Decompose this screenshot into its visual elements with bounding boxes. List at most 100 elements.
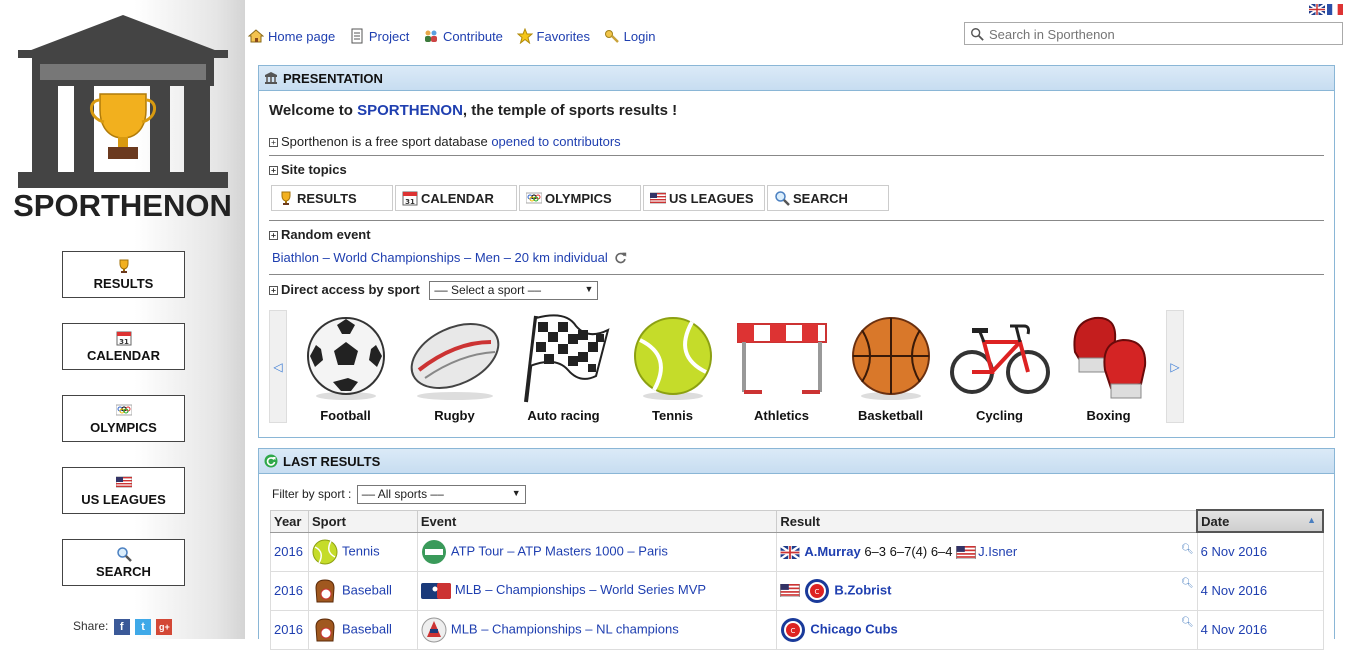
topic-olympics-button[interactable]: OLYMPICS	[519, 185, 641, 211]
language-flags	[1307, 4, 1343, 19]
random-event-line: Biathlon – World Championships – Men – 2…	[272, 250, 627, 265]
svg-text:C: C	[791, 627, 796, 635]
sidebar-results-label: RESULTS	[93, 276, 154, 291]
nav-favorites-label: Favorites	[536, 29, 591, 44]
key-icon	[604, 30, 619, 43]
random-event-title: Random event	[281, 227, 371, 242]
facebook-icon[interactable]: f	[113, 619, 130, 635]
sport-basketball[interactable]: Basketball	[836, 312, 945, 423]
random-event-link[interactable]: Biathlon – World Championships – Men – 2…	[272, 250, 608, 265]
sidebar-calendar-button[interactable]: 31 CALENDAR	[62, 323, 185, 370]
col-result[interactable]: Result	[776, 509, 1198, 533]
chevron-down-icon: ▼	[584, 284, 594, 294]
uk-flag-icon[interactable]	[1309, 4, 1325, 15]
topic-search-button[interactable]: SEARCH	[767, 185, 889, 211]
nav-project-link[interactable]: Project	[349, 28, 410, 44]
france-flag-icon[interactable]	[1327, 4, 1343, 15]
row-date[interactable]: 4 Nov 2016	[1196, 609, 1324, 650]
table-row[interactable]: 2016 Tennis ATP Tour – ATP Masters 1000 …	[270, 531, 1324, 572]
sport-rugby[interactable]: Rugby	[400, 312, 509, 423]
col-date[interactable]: Date ▲	[1196, 509, 1324, 533]
sport-tennis[interactable]: Tennis	[618, 312, 727, 423]
search-box[interactable]	[964, 22, 1343, 45]
row-result[interactable]: A.Murray 6–3 6–7(4) 6–4 J.Isner 🔍︎	[776, 531, 1198, 572]
topic-us-leagues-label: US LEAGUES	[669, 191, 754, 206]
topic-us-leagues-button[interactable]: US LEAGUES	[643, 185, 765, 211]
row-event[interactable]: MLB – Championships – NL champions	[416, 609, 778, 650]
share-bar: Share: f t g+	[73, 619, 173, 635]
sidebar-olympics-button[interactable]: OLYMPICS	[62, 395, 185, 442]
sidebar-search-button[interactable]: SEARCH	[62, 539, 185, 586]
winner-name[interactable]: Chicago Cubs	[810, 621, 897, 636]
contributors-link[interactable]: opened to contributors	[491, 134, 620, 149]
hurdle-icon	[736, 323, 827, 394]
carousel-next-button[interactable]: ▷	[1166, 310, 1184, 423]
presentation-header: PRESENTATION	[259, 66, 1334, 91]
col-event[interactable]: Event	[416, 509, 778, 533]
twitter-icon[interactable]: t	[135, 619, 152, 635]
row-event[interactable]: MLB – Championships – World Series MVP	[416, 570, 778, 611]
details-magnifier-icon[interactable]: 🔍︎	[1181, 544, 1194, 555]
nav-contribute-link[interactable]: Contribute	[423, 29, 503, 44]
expand-icon[interactable]: +	[269, 138, 278, 147]
row-date[interactable]: 4 Nov 2016	[1196, 570, 1324, 611]
sport-boxing[interactable]: Boxing	[1054, 312, 1163, 423]
calendar-icon: 31	[116, 331, 131, 346]
welcome-heading: Welcome to SPORTHENON, the temple of spo…	[269, 102, 677, 119]
nav-project-label: Project	[368, 29, 410, 44]
direct-access-section: + Direct access by sport –– Select a spor…	[269, 281, 599, 300]
runnerup-name[interactable]: J.Isner	[978, 544, 1017, 559]
col-sport[interactable]: Sport	[307, 509, 418, 533]
star-icon	[516, 28, 533, 44]
sport-auto-racing[interactable]: Auto racing	[509, 312, 618, 423]
row-year[interactable]: 2016	[270, 531, 309, 572]
winner-name[interactable]: A.Murray	[804, 544, 860, 559]
sport-select[interactable]: –– Select a sport –– ▼	[429, 281, 599, 300]
expand-icon[interactable]: +	[269, 286, 278, 295]
expand-icon[interactable]: +	[269, 231, 278, 240]
google-plus-icon[interactable]: g+	[156, 619, 173, 635]
last-results-title: LAST RESULTS	[283, 454, 381, 469]
details-magnifier-icon[interactable]: 🔍︎	[1181, 578, 1194, 589]
row-result[interactable]: C B.Zobrist 🔍︎	[776, 570, 1198, 611]
topic-calendar-button[interactable]: 31 CALENDAR	[395, 185, 517, 211]
row-year[interactable]: 2016	[270, 609, 309, 650]
direct-access-title: Direct access by sport	[281, 282, 420, 297]
divider	[269, 220, 1324, 221]
nav-favorites-link[interactable]: Favorites	[516, 28, 591, 44]
search-input[interactable]	[987, 25, 1337, 43]
row-date[interactable]: 6 Nov 2016	[1196, 531, 1324, 572]
nav-login-link[interactable]: Login	[604, 29, 655, 44]
row-result[interactable]: C Chicago Cubs 🔍︎	[776, 609, 1198, 650]
topic-olympics-label: OLYMPICS	[545, 191, 612, 206]
row-sport-label: Baseball	[341, 581, 392, 597]
sidebar: SPORTHENON RESULTS 31 CALENDAR OLYMPICS …	[0, 0, 245, 639]
row-sport[interactable]: Tennis	[307, 531, 418, 572]
expand-icon[interactable]: +	[269, 166, 278, 175]
row-sport[interactable]: Baseball	[307, 609, 418, 650]
nav-home-link[interactable]: Home page	[248, 29, 335, 44]
topic-results-button[interactable]: RESULTS	[271, 185, 393, 211]
row-year[interactable]: 2016	[270, 570, 309, 611]
table-row[interactable]: 2016 Baseball MLB – Championships – NL c…	[270, 609, 1324, 650]
chevron-down-icon: ▼	[511, 488, 521, 498]
atp-masters-logo-icon	[421, 539, 446, 564]
sport-cycling[interactable]: Cycling	[945, 312, 1054, 423]
sidebar-us-leagues-button[interactable]: US LEAGUES	[62, 467, 185, 514]
row-sport[interactable]: Baseball	[307, 570, 418, 611]
col-year[interactable]: Year	[270, 509, 309, 533]
refresh-icon[interactable]	[614, 251, 627, 264]
table-row[interactable]: 2016 Baseball MLB – Championships – Worl…	[270, 570, 1324, 611]
sport-athletics[interactable]: Athletics	[727, 312, 836, 423]
welcome-suffix: , the temple of sports results !	[462, 102, 678, 119]
sport-name: Boxing	[1086, 408, 1131, 423]
sidebar-results-button[interactable]: RESULTS	[62, 251, 185, 298]
basketball-icon	[851, 317, 930, 400]
sport-football[interactable]: Football	[291, 312, 400, 423]
carousel-prev-button[interactable]: ◁	[269, 310, 287, 423]
details-magnifier-icon[interactable]: 🔍︎	[1181, 617, 1194, 628]
row-event[interactable]: ATP Tour – ATP Masters 1000 – Paris	[416, 531, 778, 572]
filter-sport-select[interactable]: –– All sports –– ▼	[356, 485, 526, 504]
winner-name[interactable]: B.Zobrist	[834, 582, 891, 597]
intro-line: + Sporthenon is a free sport database ope…	[269, 134, 621, 149]
